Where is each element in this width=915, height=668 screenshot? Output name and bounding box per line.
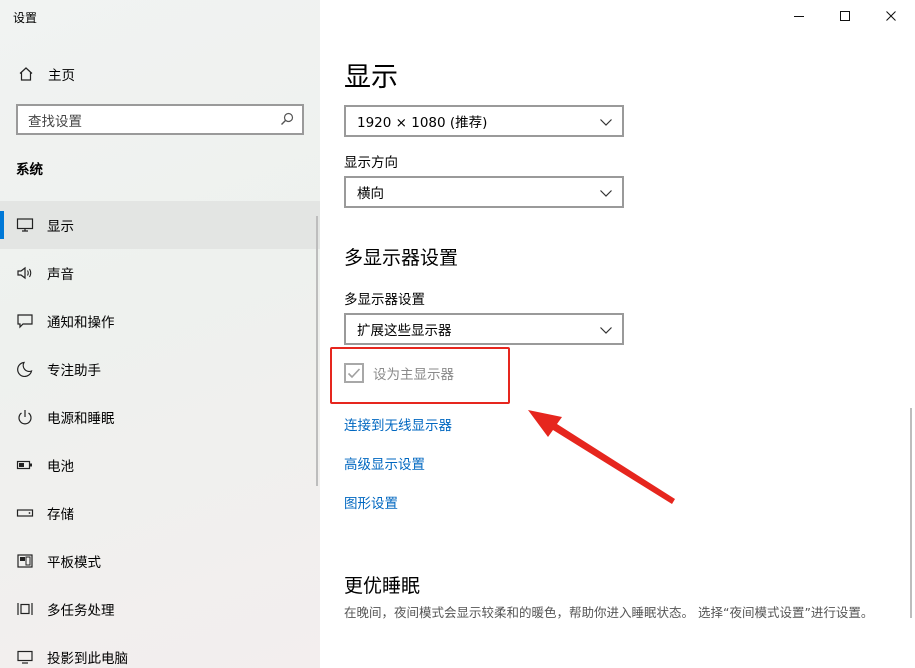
storage-icon <box>16 504 34 522</box>
minimize-icon <box>794 16 804 17</box>
resolution-value: 1920 × 1080 (推荐) <box>357 115 488 131</box>
sidebar-nav: 显示 声音 通知和操作 专注助手 电源和睡眠 电池 存储 平板模式 多任务处理 … <box>0 201 320 668</box>
sidebar-item-label: 存储 <box>47 507 74 523</box>
search-icon[interactable] <box>280 112 294 126</box>
connect-wireless-display-link[interactable]: 连接到无线显示器 <box>344 414 452 434</box>
moon-icon <box>16 360 34 378</box>
sidebar-item-label: 电池 <box>47 459 74 475</box>
multi-display-value: 扩展这些显示器 <box>357 323 452 339</box>
project-icon <box>16 648 34 666</box>
sidebar-item-focus-assist[interactable]: 专注助手 <box>0 345 320 393</box>
sidebar-item-label: 电源和睡眠 <box>47 411 115 427</box>
sidebar-item-label: 平板模式 <box>47 555 101 571</box>
section-label: 系统 <box>16 162 43 178</box>
speaker-icon <box>16 264 34 282</box>
sidebar-item-sound[interactable]: 声音 <box>0 249 320 297</box>
sidebar-item-battery[interactable]: 电池 <box>0 441 320 489</box>
advanced-display-settings-link[interactable]: 高级显示设置 <box>344 453 425 473</box>
home-label: 主页 <box>48 68 75 84</box>
power-icon <box>16 408 34 426</box>
resolution-dropdown[interactable]: 1920 × 1080 (推荐) <box>344 105 624 137</box>
sidebar-home[interactable]: 主页 <box>17 64 75 84</box>
sleep-description: 在晚间，夜间模式会显示较柔和的暖色，帮助你进入睡眠状态。 选择“夜间模式设置”进… <box>344 605 874 620</box>
maximize-button[interactable] <box>822 0 868 32</box>
sleep-heading: 更优睡眠 <box>344 575 421 597</box>
orientation-label: 显示方向 <box>344 155 398 171</box>
multi-display-heading: 多显示器设置 <box>344 247 459 269</box>
battery-icon <box>16 456 34 474</box>
home-icon <box>17 65 35 83</box>
annotation-highlight-box <box>330 347 510 404</box>
sidebar-item-project[interactable]: 投影到此电脑 <box>0 633 320 668</box>
multi-display-label: 多显示器设置 <box>344 292 425 308</box>
minimize-button[interactable] <box>776 0 822 32</box>
sidebar-item-tablet-mode[interactable]: 平板模式 <box>0 537 320 585</box>
chevron-down-icon <box>599 323 613 337</box>
maximize-icon <box>840 11 850 21</box>
sidebar-item-storage[interactable]: 存储 <box>0 489 320 537</box>
search-input[interactable]: 查找设置 <box>16 104 304 135</box>
multi-display-dropdown[interactable]: 扩展这些显示器 <box>344 313 624 345</box>
sidebar-item-label: 通知和操作 <box>47 315 115 331</box>
sidebar-item-display[interactable]: 显示 <box>0 201 320 249</box>
sidebar: 设置 主页 查找设置 系统 显示 声音 通知和操作 专注助手 电源和睡眠 电池 … <box>0 0 320 668</box>
notification-icon <box>16 312 34 330</box>
monitor-icon <box>16 216 34 234</box>
main-scrollbar[interactable] <box>910 408 912 618</box>
sidebar-item-power-sleep[interactable]: 电源和睡眠 <box>0 393 320 441</box>
annotation-arrow <box>528 410 675 504</box>
tablet-icon <box>16 552 34 570</box>
chevron-down-icon <box>599 115 613 129</box>
sidebar-item-multitasking[interactable]: 多任务处理 <box>0 585 320 633</box>
sidebar-item-label: 声音 <box>47 267 74 283</box>
sidebar-scrollbar[interactable] <box>316 216 318 486</box>
sidebar-item-label: 投影到此电脑 <box>47 651 128 667</box>
chevron-down-icon <box>599 186 613 200</box>
sidebar-item-label: 显示 <box>47 219 74 235</box>
sidebar-item-label: 专注助手 <box>47 363 101 379</box>
page-title: 显示 <box>344 62 398 93</box>
close-icon <box>886 11 896 21</box>
search-placeholder: 查找设置 <box>28 113 82 130</box>
multitask-icon <box>16 600 34 618</box>
sidebar-item-label: 多任务处理 <box>47 603 115 619</box>
orientation-dropdown[interactable]: 横向 <box>344 176 624 208</box>
window-title: 设置 <box>13 11 38 25</box>
orientation-value: 横向 <box>357 186 384 202</box>
graphics-settings-link[interactable]: 图形设置 <box>344 492 398 512</box>
sidebar-item-notifications[interactable]: 通知和操作 <box>0 297 320 345</box>
close-button[interactable] <box>868 0 914 32</box>
